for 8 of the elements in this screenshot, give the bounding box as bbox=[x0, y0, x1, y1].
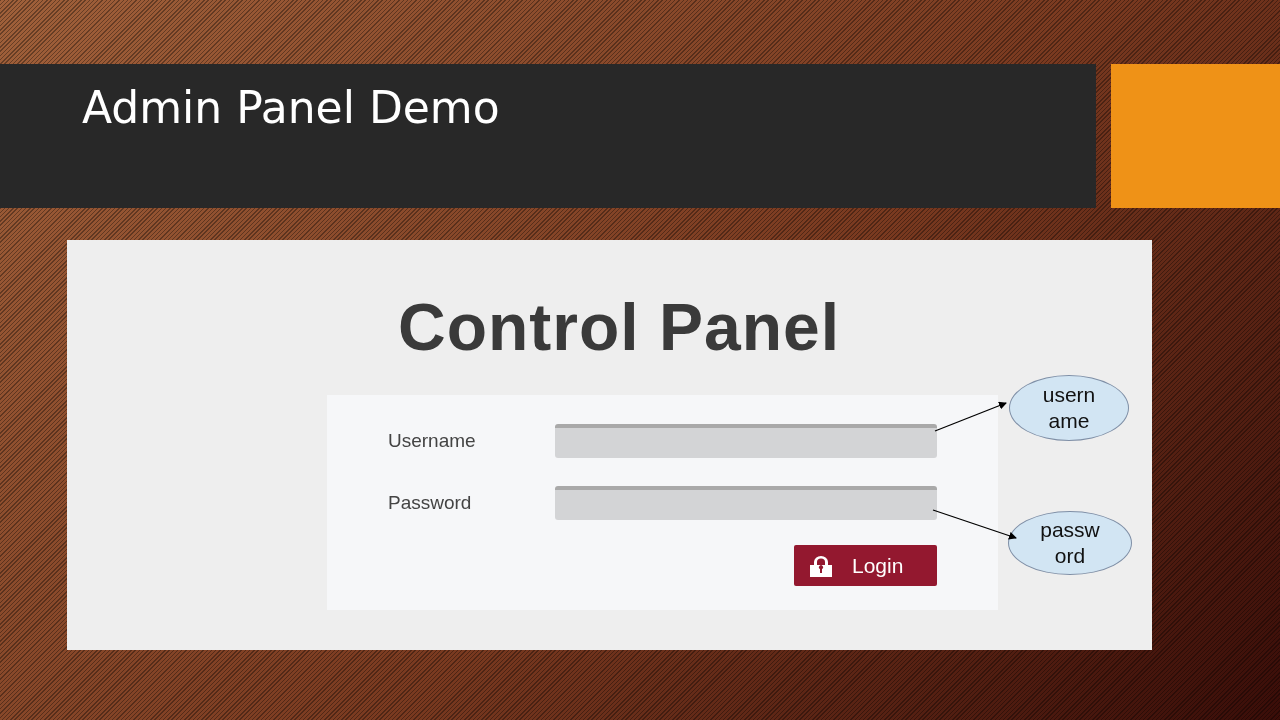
slide-title: Admin Panel Demo bbox=[82, 82, 500, 133]
panel-heading: Control Panel bbox=[398, 292, 841, 362]
login-button[interactable]: Login bbox=[794, 545, 937, 586]
field-label: Password bbox=[388, 492, 473, 514]
field-label: Username bbox=[388, 430, 477, 452]
lock-icon bbox=[808, 554, 834, 577]
input-field[interactable] bbox=[555, 486, 937, 520]
input-field[interactable] bbox=[555, 424, 937, 458]
